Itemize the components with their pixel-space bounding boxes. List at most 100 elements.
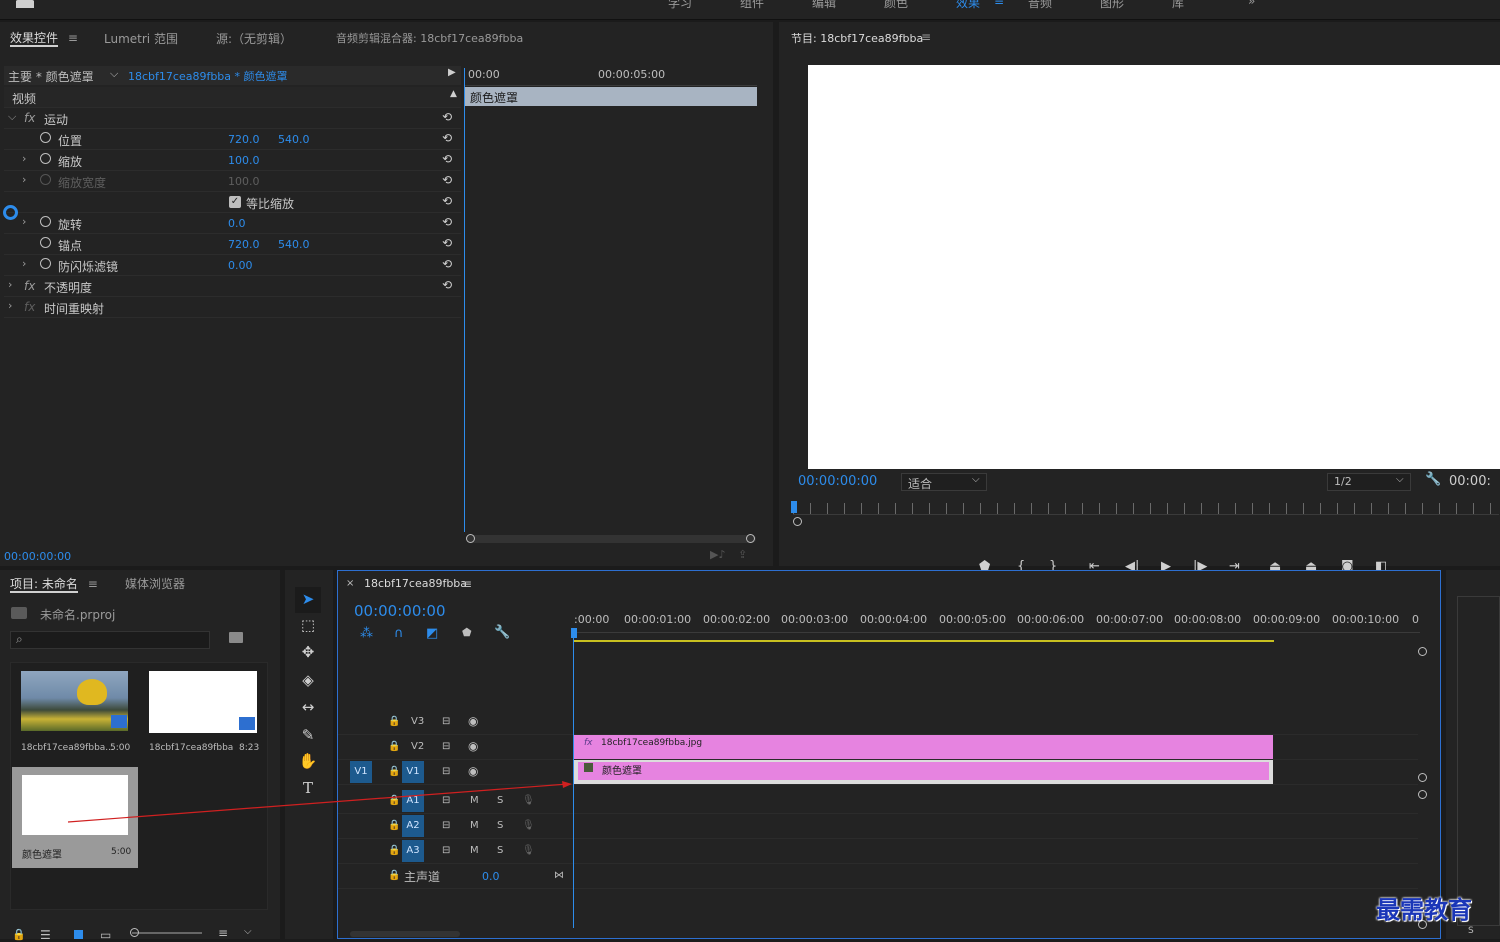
resolution-select[interactable]: 1/2 ⌵ bbox=[1327, 473, 1411, 491]
clip-jpg-v2[interactable]: fx 18cbf17cea89fbba.jpg bbox=[574, 735, 1273, 759]
stopwatch-icon[interactable] bbox=[40, 237, 51, 248]
sync-lock-icon[interactable]: ⊟ bbox=[442, 845, 450, 856]
stopwatch-icon[interactable] bbox=[40, 216, 51, 227]
mini-clip-bar[interactable]: 颜色遮罩 bbox=[465, 87, 757, 106]
chevron-down-icon[interactable]: ⌵ bbox=[110, 67, 118, 81]
panel-menu-icon[interactable]: ≡ bbox=[88, 577, 98, 591]
playhead-handle[interactable] bbox=[571, 628, 577, 638]
timeline-timecode[interactable]: 00:00:00:00 bbox=[354, 602, 446, 620]
chevron-right-icon[interactable]: › bbox=[22, 257, 26, 270]
project-search-input[interactable]: ⌕ bbox=[10, 631, 210, 649]
project-thumbnail[interactable] bbox=[21, 671, 128, 731]
fx-icon[interactable]: fx bbox=[24, 279, 35, 293]
selection-tool-icon[interactable]: ➤ bbox=[297, 588, 319, 610]
anchor-y-value[interactable]: 540.0 bbox=[278, 238, 310, 251]
list-view-icon[interactable]: ☰ bbox=[40, 928, 51, 942]
stopwatch-icon[interactable] bbox=[40, 258, 51, 269]
reset-icon[interactable]: ⟲ bbox=[442, 131, 452, 145]
work-area-bar[interactable] bbox=[574, 640, 1274, 642]
master-volume-value[interactable]: 0.0 bbox=[482, 870, 500, 883]
reset-icon[interactable]: ⟲ bbox=[442, 152, 452, 166]
workspace-color[interactable]: 颜色 bbox=[884, 0, 908, 11]
tab-audio-clip-mixer[interactable]: 音频剪辑混合器: 18cbf17cea89fbba bbox=[336, 30, 523, 46]
stopwatch-icon[interactable] bbox=[40, 132, 51, 143]
chevron-right-icon[interactable]: › bbox=[8, 278, 12, 291]
effect-timecode[interactable]: 00:00:00:00 bbox=[4, 550, 71, 563]
scroll-handle-left[interactable] bbox=[466, 534, 475, 543]
fit-select[interactable]: 适合 ⌵ bbox=[901, 473, 987, 491]
tab-source[interactable]: 源:（无剪辑） bbox=[216, 30, 292, 47]
slip-tool-icon[interactable]: ↔ bbox=[297, 696, 319, 718]
program-scrub-bar[interactable] bbox=[793, 503, 1499, 515]
sort-icon[interactable]: ≡ bbox=[218, 926, 228, 940]
microphone-icon[interactable]: 🎙 bbox=[522, 845, 535, 856]
reset-icon[interactable]: ⟲ bbox=[442, 173, 452, 187]
anchor-x-value[interactable]: 720.0 bbox=[228, 238, 260, 251]
reset-icon[interactable]: ⟲ bbox=[442, 110, 452, 124]
workspace-libraries[interactable]: 库 bbox=[1172, 0, 1184, 11]
add-marker-icon[interactable]: ⬟ bbox=[462, 626, 472, 639]
effect-mini-ruler[interactable]: 00:00 00:00:05:00 bbox=[464, 66, 757, 86]
track-select-tool-icon[interactable]: ⬚ bbox=[297, 614, 319, 636]
workspace-learn[interactable]: 学习 bbox=[668, 0, 692, 11]
chevron-right-icon[interactable]: › bbox=[22, 152, 26, 165]
timeline-ruler[interactable]: :00:00 00:00:01:00 00:00:02:00 00:00:03:… bbox=[574, 613, 1420, 633]
lock-icon[interactable]: 🔒 bbox=[388, 845, 400, 856]
sync-lock-icon[interactable]: ⊟ bbox=[442, 741, 450, 752]
close-sequence-icon[interactable]: × bbox=[346, 578, 354, 589]
chevron-right-icon[interactable]: › bbox=[22, 215, 26, 228]
clip-matte-v1[interactable]: 颜色遮罩 bbox=[574, 760, 1273, 784]
anti-flicker-value[interactable]: 0.00 bbox=[228, 259, 253, 272]
position-x-value[interactable]: 720.0 bbox=[228, 133, 260, 146]
wrench-icon[interactable]: 🔧 bbox=[1425, 472, 1441, 487]
sync-lock-icon[interactable]: ⊟ bbox=[442, 716, 450, 727]
timeline-h-scrollbar[interactable] bbox=[350, 931, 460, 937]
track-a3-target[interactable]: A3 bbox=[402, 840, 424, 862]
lock-icon[interactable]: 🔒 bbox=[388, 741, 400, 752]
tab-project[interactable]: 项目: 未命名 ≡ bbox=[10, 575, 98, 593]
panel-menu-icon[interactable]: ≡ bbox=[68, 31, 78, 45]
snap-magnet-icon[interactable]: ∩ bbox=[394, 626, 404, 641]
timeline-settings-wrench-icon[interactable]: 🔧 bbox=[494, 625, 510, 640]
mini-playhead[interactable] bbox=[464, 68, 465, 532]
motion-row[interactable]: ⌵ fx 运动 ⟲ bbox=[4, 108, 461, 129]
lock-icon[interactable]: 🔒 bbox=[388, 870, 400, 881]
program-video-canvas[interactable] bbox=[808, 65, 1500, 469]
scroll-up-icon[interactable]: ▲ bbox=[450, 89, 457, 99]
freeform-view-icon[interactable]: ▭ bbox=[100, 928, 111, 942]
rotation-value[interactable]: 0.0 bbox=[228, 217, 246, 230]
stopwatch-icon[interactable] bbox=[40, 153, 51, 164]
linked-selection-icon[interactable]: ◩ bbox=[426, 626, 438, 641]
vertical-scroll-handle[interactable] bbox=[1418, 647, 1427, 656]
sequence-clip-label[interactable]: 18cbf17cea89fbba * 颜色遮罩 bbox=[128, 68, 288, 84]
eye-icon[interactable]: ◉ bbox=[468, 739, 478, 753]
zoom-slider-handle[interactable] bbox=[130, 928, 139, 937]
more-workspaces-icon[interactable]: » bbox=[1248, 0, 1255, 8]
solo-button[interactable]: S bbox=[497, 845, 503, 856]
track-v3-label[interactable]: V3 bbox=[411, 716, 424, 727]
track-height-handle[interactable] bbox=[1418, 773, 1427, 782]
lock-icon[interactable]: 🔒 bbox=[388, 716, 400, 727]
fx-icon[interactable]: fx bbox=[24, 111, 35, 125]
program-playhead[interactable] bbox=[791, 501, 797, 513]
opacity-row[interactable]: › fx 不透明度 ⟲ bbox=[4, 276, 461, 297]
play-triangle-icon[interactable]: ▶ bbox=[448, 67, 456, 78]
lock-icon[interactable]: 🔒 bbox=[12, 928, 26, 941]
icon-view-icon[interactable] bbox=[74, 930, 83, 939]
mute-button[interactable]: M bbox=[470, 845, 479, 856]
home-icon[interactable] bbox=[16, 0, 34, 8]
position-y-value[interactable]: 540.0 bbox=[278, 133, 310, 146]
mini-zoom-scrollbar[interactable] bbox=[466, 535, 756, 543]
chevron-right-icon[interactable]: › bbox=[22, 173, 26, 186]
chevron-right-icon[interactable]: › bbox=[8, 299, 12, 312]
ripple-edit-tool-icon[interactable]: ✥ bbox=[297, 641, 319, 663]
chevron-down-icon[interactable]: ⌵ bbox=[244, 926, 252, 937]
tab-media-browser[interactable]: 媒体浏览器 bbox=[125, 575, 185, 592]
hand-tool-icon[interactable]: ✋ bbox=[297, 750, 319, 772]
time-remap-row[interactable]: › fx 时间重映射 bbox=[4, 297, 461, 318]
project-thumbnail[interactable] bbox=[149, 671, 257, 733]
workspace-graphics[interactable]: 图形 bbox=[1100, 0, 1124, 11]
scroll-handle-right[interactable] bbox=[746, 534, 755, 543]
menu-icon[interactable]: ≡ bbox=[994, 0, 1004, 8]
nest-icon[interactable]: ⁂ bbox=[360, 626, 373, 641]
